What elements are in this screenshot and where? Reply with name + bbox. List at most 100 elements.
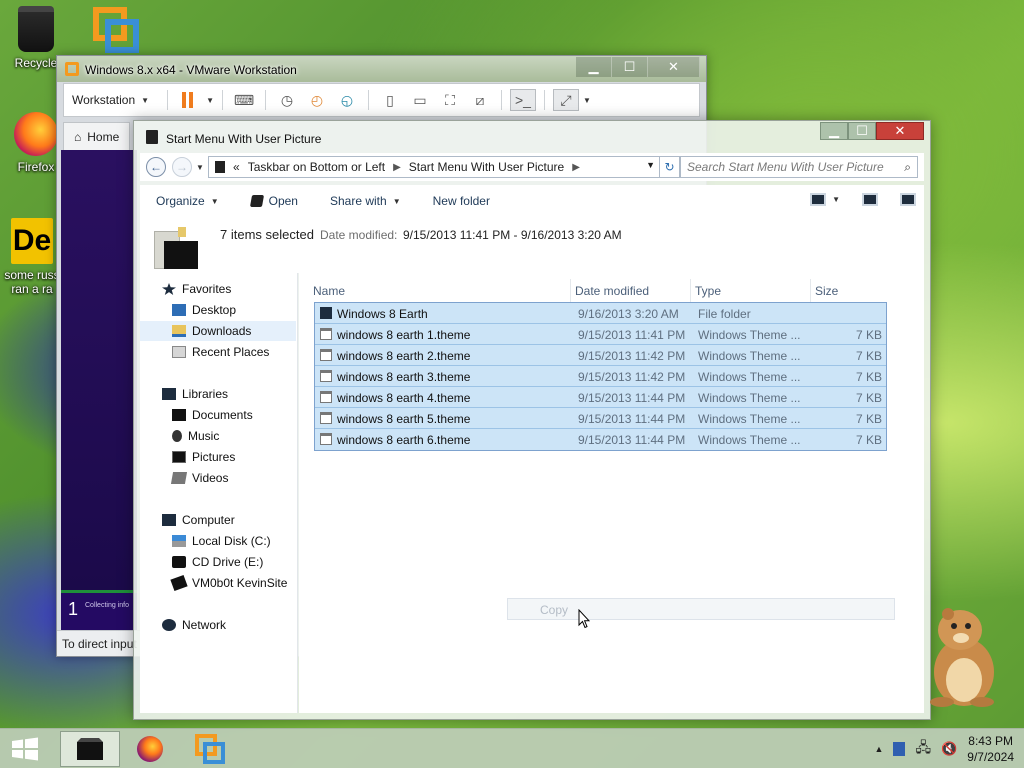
snapshot-button[interactable]: ◷ bbox=[274, 89, 300, 111]
unity-button[interactable]: ⧄ bbox=[467, 89, 493, 111]
breadcrumb-separator-icon[interactable]: ▶ bbox=[572, 162, 580, 173]
minimize-button[interactable]: ▁ bbox=[820, 122, 848, 140]
nav-item-downloads[interactable]: Downloads bbox=[140, 321, 296, 341]
breadcrumb-item[interactable]: Taskbar on Bottom or Left bbox=[248, 160, 385, 174]
file-explorer-icon bbox=[77, 738, 103, 760]
vmware-icon bbox=[195, 734, 225, 764]
breadcrumb-overflow[interactable]: « bbox=[233, 160, 240, 174]
file-row[interactable]: windows 8 earth 3.theme 9/15/2013 11:42 … bbox=[315, 366, 886, 387]
send-ctrl-alt-del-button[interactable]: ⌨ bbox=[231, 89, 257, 111]
details-pane: 7 items selected Date modified: 9/15/201… bbox=[140, 217, 924, 273]
clock-time: 8:43 PM bbox=[968, 734, 1013, 748]
nav-item-videos[interactable]: Videos bbox=[170, 468, 228, 488]
share-with-button[interactable]: Share with ▼ bbox=[314, 194, 417, 208]
workstation-menu[interactable]: Workstation ▼ bbox=[72, 93, 159, 107]
nav-item-label: Desktop bbox=[192, 303, 237, 317]
libraries-icon bbox=[162, 388, 176, 400]
file-row[interactable]: windows 8 earth 2.theme 9/15/2013 11:42 … bbox=[315, 345, 886, 366]
chevron-down-icon[interactable]: ▼ bbox=[206, 96, 214, 105]
address-history-chevron-icon[interactable]: ▼ bbox=[646, 160, 655, 170]
refresh-button[interactable]: ↻ bbox=[659, 157, 679, 177]
console-view-button[interactable]: >_ bbox=[509, 89, 536, 111]
breadcrumb-separator-icon[interactable]: ▶ bbox=[393, 162, 401, 173]
nav-item-music[interactable]: Music bbox=[172, 426, 219, 446]
start-button[interactable] bbox=[10, 737, 40, 761]
column-header-name[interactable]: Name bbox=[309, 279, 571, 303]
volume-muted-icon[interactable]: 🔇 bbox=[941, 741, 957, 757]
nav-item-local-disk[interactable]: Local Disk (C:) bbox=[172, 531, 271, 551]
file-date: 9/15/2013 11:44 PM bbox=[578, 433, 686, 447]
help-icon[interactable] bbox=[900, 193, 916, 206]
pause-button[interactable] bbox=[176, 89, 202, 111]
firefox-icon bbox=[137, 736, 163, 762]
nav-item-network-share[interactable]: VM0b0t KevinSite bbox=[170, 573, 287, 593]
organize-button[interactable]: Organize ▼ bbox=[140, 194, 235, 208]
nav-item-favorites[interactable]: Favorites bbox=[162, 279, 231, 299]
explorer-title-bar[interactable]: Start Menu With User Picture ▁ ☐ ✕ bbox=[134, 121, 930, 151]
nav-item-network[interactable]: Network bbox=[162, 615, 226, 635]
star-icon bbox=[162, 283, 176, 295]
taskbar-clock[interactable]: 8:43 PM 9/7/2024 bbox=[967, 733, 1014, 765]
taskbar-app-vmware[interactable] bbox=[180, 731, 240, 767]
nav-item-computer[interactable]: Computer bbox=[162, 510, 235, 530]
vmware-tools-tray-icon[interactable] bbox=[893, 742, 906, 756]
column-header-date-modified[interactable]: Date modified bbox=[571, 279, 691, 303]
vmware-title-bar[interactable]: Windows 8.x x64 - VMware Workstation ▁ ☐… bbox=[57, 56, 706, 82]
taskbar-app-firefox[interactable] bbox=[120, 731, 180, 767]
show-library-button[interactable]: ▯ bbox=[377, 89, 403, 111]
nav-item-pictures[interactable]: Pictures bbox=[172, 447, 235, 467]
breadcrumb-item[interactable]: Start Menu With User Picture bbox=[409, 160, 564, 174]
revert-snapshot-button[interactable]: ◴ bbox=[304, 89, 330, 111]
address-bar[interactable]: « Taskbar on Bottom or Left ▶ Start Menu… bbox=[208, 156, 680, 178]
column-header-size[interactable]: Size bbox=[811, 279, 891, 303]
thumbnail-bar-button[interactable]: ▭ bbox=[407, 89, 433, 111]
column-header-type[interactable]: Type bbox=[691, 279, 811, 303]
preview-pane-icon[interactable] bbox=[862, 193, 878, 206]
full-screen-button[interactable]: ⛶ bbox=[437, 89, 463, 111]
file-row[interactable]: windows 8 earth 1.theme 9/15/2013 11:41 … bbox=[315, 324, 886, 345]
snapshot-manager-button[interactable]: ◵ bbox=[334, 89, 360, 111]
view-controls: ▼ bbox=[810, 193, 916, 206]
search-input[interactable]: Search Start Menu With User Picture ⌕ bbox=[680, 156, 918, 178]
chevron-down-icon[interactable]: ▼ bbox=[583, 96, 591, 105]
network-tray-icon[interactable]: 🖧 bbox=[915, 737, 931, 761]
vmware-desktop-icon[interactable] bbox=[92, 6, 140, 54]
forward-button[interactable]: → bbox=[172, 157, 192, 177]
back-button[interactable]: ← bbox=[146, 157, 166, 177]
nav-item-cd-drive[interactable]: CD Drive (E:) bbox=[172, 552, 263, 572]
desktop-icon-dex[interactable]: De some russ ran a ra bbox=[2, 218, 62, 296]
nav-item-desktop[interactable]: Desktop bbox=[172, 300, 236, 320]
nav-item-recent-places[interactable]: Recent Places bbox=[172, 342, 269, 362]
file-name: windows 8 earth 2.theme bbox=[337, 349, 471, 363]
show-hidden-icons-chevron-icon[interactable]: ▲ bbox=[875, 744, 884, 754]
file-name: windows 8 earth 1.theme bbox=[337, 328, 471, 342]
vm-guest-screen[interactable] bbox=[61, 150, 137, 590]
tab-home[interactable]: ⌂ Home bbox=[63, 122, 131, 150]
taskbar-app-explorer[interactable] bbox=[60, 731, 120, 767]
stretch-view-button[interactable]: ⤢ bbox=[552, 89, 579, 111]
file-row[interactable]: windows 8 earth 5.theme 9/15/2013 11:44 … bbox=[315, 408, 886, 429]
setup-step-message: Collecting info bbox=[85, 602, 129, 609]
file-row[interactable]: Windows 8 Earth 9/16/2013 3:20 AM File f… bbox=[315, 303, 886, 324]
file-date: 9/16/2013 3:20 AM bbox=[578, 307, 679, 321]
file-size: 7 KB bbox=[855, 391, 882, 405]
recent-locations-chevron-icon[interactable]: ▼ bbox=[196, 163, 204, 172]
full-screen-icon: ⛶ bbox=[445, 91, 455, 108]
open-button[interactable]: Open bbox=[235, 194, 314, 208]
nav-item-documents[interactable]: Documents bbox=[172, 405, 253, 425]
chevron-down-icon: ▼ bbox=[141, 95, 150, 105]
file-row[interactable]: windows 8 earth 4.theme 9/15/2013 11:44 … bbox=[315, 387, 886, 408]
minimize-button[interactable]: ▁ bbox=[576, 57, 612, 77]
change-view-button[interactable]: ▼ bbox=[810, 193, 840, 206]
vmware-logo-icon bbox=[65, 62, 79, 76]
maximize-button[interactable]: ☐ bbox=[612, 57, 648, 77]
search-icon: ⌕ bbox=[904, 160, 911, 174]
nav-item-libraries[interactable]: Libraries bbox=[162, 384, 228, 404]
maximize-button[interactable]: ☐ bbox=[848, 122, 876, 140]
desktop-icon-label: some russ ran a ra bbox=[4, 268, 60, 296]
file-row[interactable]: windows 8 earth 6.theme 9/15/2013 11:44 … bbox=[315, 429, 886, 450]
nav-item-label: Recent Places bbox=[192, 345, 270, 359]
new-folder-button[interactable]: New folder bbox=[417, 194, 506, 208]
close-button[interactable]: ✕ bbox=[648, 57, 700, 77]
close-button[interactable]: ✕ bbox=[876, 122, 924, 140]
